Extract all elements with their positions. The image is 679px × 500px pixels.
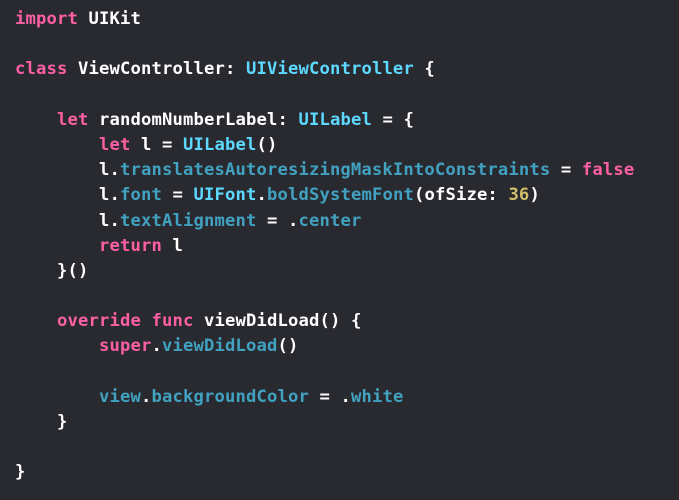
- code-line: import UIKit: [15, 7, 679, 32]
- keyword-token: super: [98, 336, 152, 357]
- keyword-token: false: [581, 160, 635, 181]
- keyword-token: override: [57, 311, 141, 332]
- code-text: =: [550, 160, 582, 181]
- keyword-token: class: [15, 59, 68, 80]
- property-token: textAlignment: [119, 210, 257, 231]
- code-text: }: [15, 462, 26, 483]
- code-text: }: [15, 412, 68, 432]
- code-line: }: [15, 410, 679, 435]
- code-line: }(): [15, 259, 679, 284]
- code-text: ViewController:: [67, 59, 246, 80]
- property-token: boldSystemFont: [266, 185, 414, 206]
- code-line: let l = UILabel(): [15, 133, 679, 158]
- code-line: view.backgroundColor = .white: [15, 385, 679, 410]
- code-text: }(): [15, 260, 89, 281]
- code-text: .: [151, 336, 162, 357]
- property-token: center: [298, 210, 362, 231]
- property-token: backgroundColor: [151, 386, 309, 407]
- keyword-token: let: [57, 109, 89, 130]
- code-text: viewDidLoad() {: [193, 311, 362, 332]
- code-editor[interactable]: import UIKit class ViewController: UIVie…: [0, 0, 679, 500]
- code-line: l.textAlignment = .center: [15, 209, 679, 234]
- code-line: class ViewController: UIViewController {: [15, 57, 679, 82]
- code-text: l.: [15, 210, 120, 231]
- property-token: translatesAutoresizingMaskIntoConstraint…: [119, 160, 551, 181]
- code-line: }: [15, 460, 679, 485]
- code-text: = .: [256, 210, 299, 231]
- type-token: UILabel: [298, 109, 372, 130]
- code-text: .: [256, 185, 267, 206]
- type-token: UIFont: [193, 185, 257, 206]
- code-text: ): [529, 185, 540, 206]
- property-token: view: [98, 386, 141, 407]
- code-line: return l: [15, 234, 679, 259]
- property-token: viewDidLoad: [161, 336, 278, 357]
- keyword-token: let: [98, 134, 131, 155]
- code-text: l =: [130, 134, 183, 155]
- code-line: l.font = UIFont.boldSystemFont(ofSize: 3…: [15, 183, 679, 208]
- code-text: {: [413, 59, 435, 80]
- code-line: override func viewDidLoad() {: [15, 309, 679, 334]
- keyword-token: import: [15, 9, 78, 29]
- keyword-token: func: [151, 311, 194, 332]
- code-text: = {: [371, 109, 414, 130]
- code-text: (ofSize:: [413, 185, 509, 206]
- code-text: .: [140, 386, 152, 407]
- property-token: white: [350, 386, 404, 407]
- type-token: UILabel: [182, 134, 257, 155]
- code-text: l.: [15, 185, 120, 206]
- code-line: l.translatesAutoresizingMaskIntoConstrai…: [15, 158, 679, 183]
- code-text: l: [161, 235, 183, 256]
- code-line: super.viewDidLoad(): [15, 334, 679, 359]
- keyword-token: return: [98, 235, 162, 256]
- code-text: =: [161, 185, 194, 206]
- code-line: let randomNumberLabel: UILabel = {: [15, 108, 679, 133]
- number-token: 36: [508, 185, 530, 206]
- code-text: = .: [308, 386, 351, 407]
- code-text: (): [277, 336, 299, 357]
- code-text: (): [256, 134, 278, 155]
- type-token: UIViewController: [245, 59, 414, 80]
- property-token: font: [119, 185, 162, 206]
- code-text: UIKit: [78, 9, 141, 29]
- code-text: l.: [15, 160, 120, 181]
- code-text: randomNumberLabel:: [88, 109, 299, 130]
